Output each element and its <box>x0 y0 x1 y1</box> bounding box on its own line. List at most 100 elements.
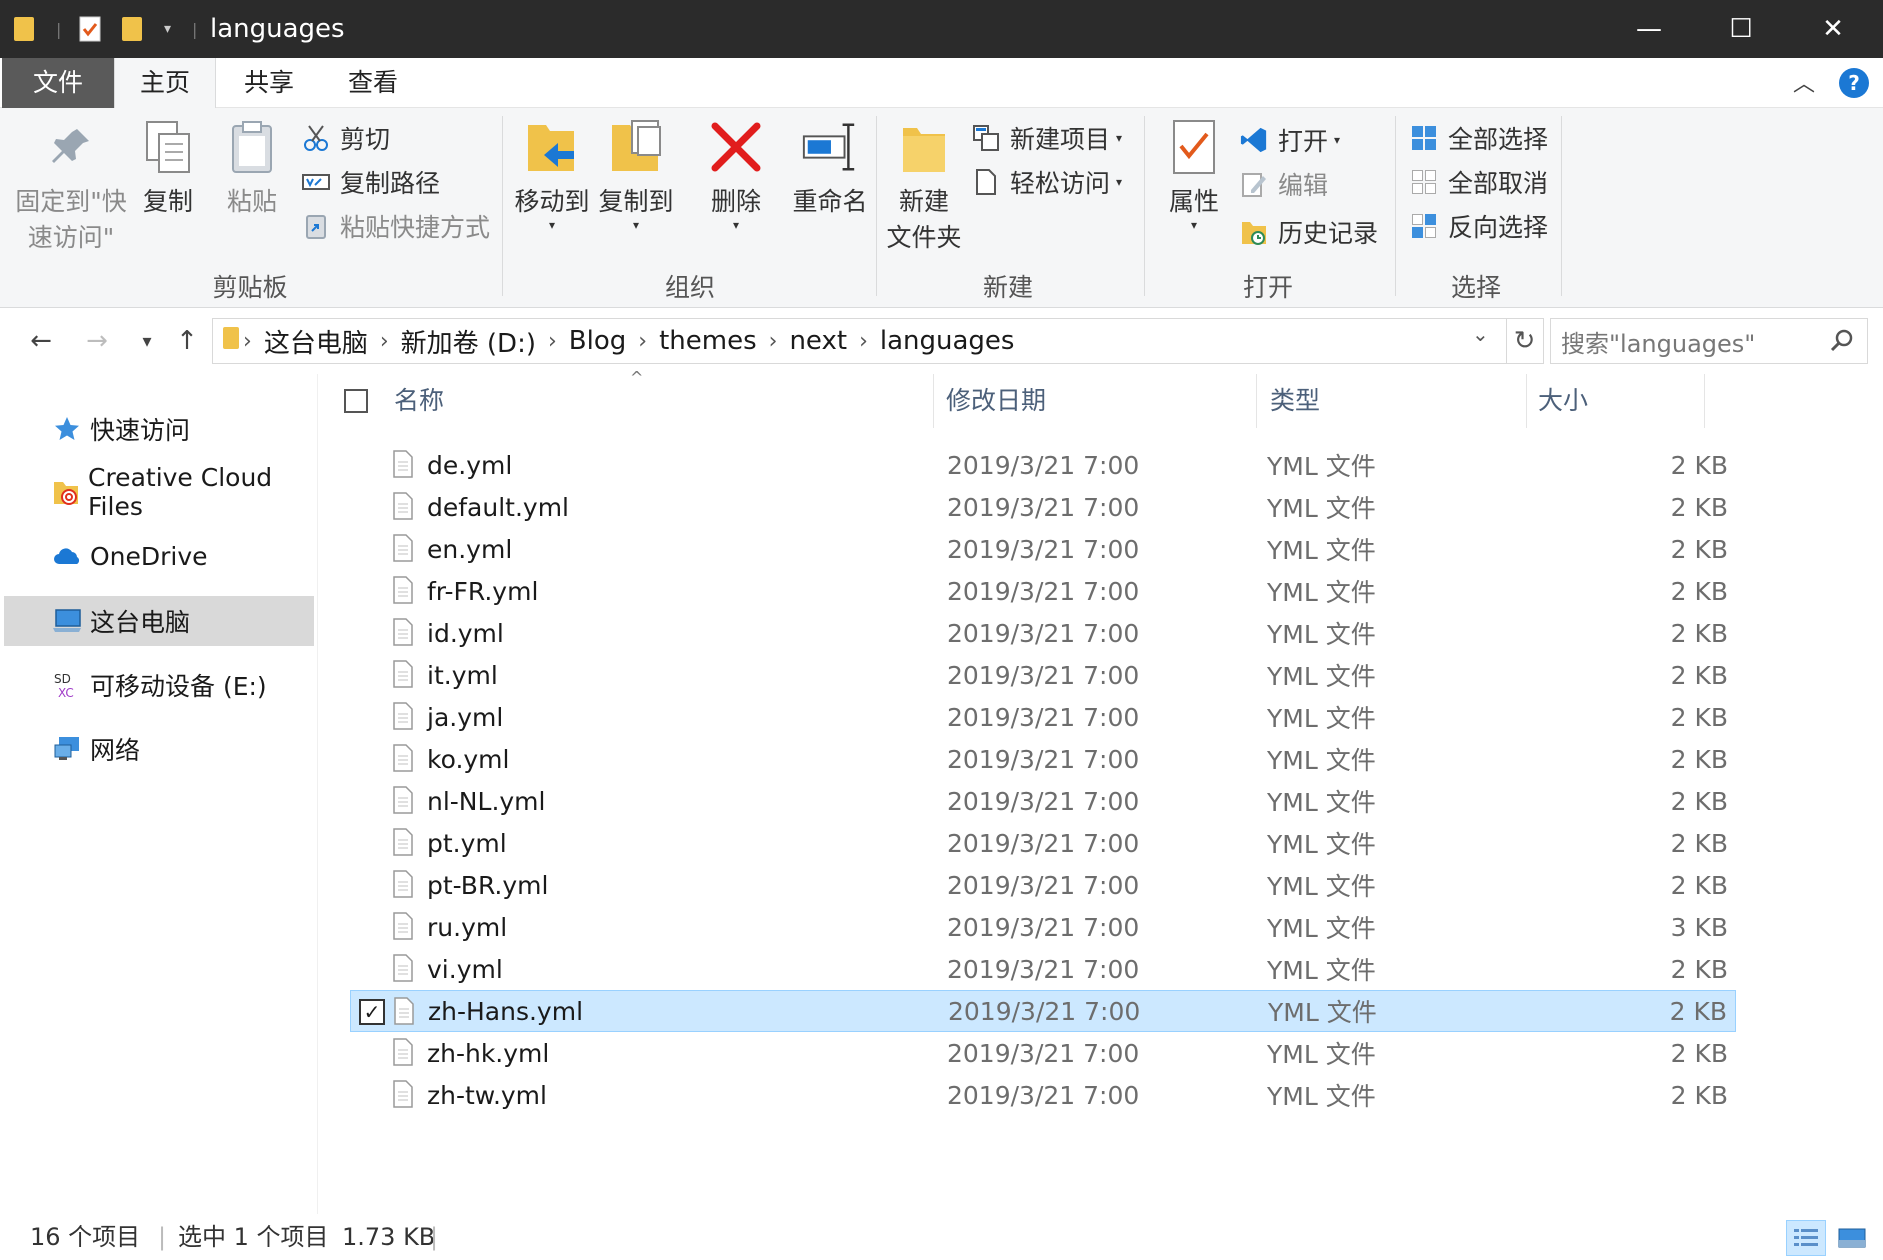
move-to-button[interactable]: 移动到 ▾ <box>514 116 590 232</box>
file-date: 2019/3/21 7:00 <box>947 534 1140 564</box>
select-all-checkbox[interactable] <box>344 389 368 413</box>
pin-quick-access-button[interactable]: 固定到"快 速访问" <box>12 116 130 254</box>
file-row[interactable]: it.yml 2019/3/21 7:00 YML 文件 2 KB <box>350 654 1736 696</box>
breadcrumb-themes[interactable]: themes <box>659 326 757 356</box>
column-header-type[interactable]: 类型 <box>1270 374 1520 428</box>
new-folder-button[interactable]: 新建 文件夹 <box>884 116 964 254</box>
back-arrow-icon[interactable]: ← <box>22 322 60 360</box>
chevron-right-icon[interactable]: › <box>638 329 647 354</box>
history-label: 历史记录 <box>1278 219 1379 248</box>
delete-button[interactable]: 删除 ▾ <box>698 116 774 232</box>
column-header-name[interactable]: 名称 <box>394 374 914 428</box>
file-row[interactable]: fr-FR.yml 2019/3/21 7:00 YML 文件 2 KB <box>350 570 1736 612</box>
chevron-right-icon[interactable]: › <box>243 329 252 354</box>
invert-selection-button[interactable]: 反向选择 <box>1410 206 1548 246</box>
chevron-right-icon[interactable]: › <box>380 329 389 354</box>
history-button[interactable]: 历史记录 <box>1240 212 1378 252</box>
file-row[interactable]: ja.yml 2019/3/21 7:00 YML 文件 2 KB <box>350 696 1736 738</box>
file-row[interactable]: pt-BR.yml 2019/3/21 7:00 YML 文件 2 KB <box>350 864 1736 906</box>
nav-item-creative-cloud[interactable]: Creative Cloud Files <box>4 463 314 521</box>
properties-quick-icon[interactable] <box>78 0 102 58</box>
recent-locations-chevron-icon[interactable]: ▾ <box>128 322 166 360</box>
new-folder-quick-icon[interactable] <box>122 0 142 58</box>
file-size: 2 KB <box>1670 1038 1728 1068</box>
search-input[interactable]: 搜索"languages" <box>1550 318 1868 364</box>
breadcrumb-drive-d[interactable]: 新加卷 (D:) <box>401 323 536 360</box>
address-bar[interactable]: › 这台电脑 › 新加卷 (D:) › Blog › themes › next… <box>212 318 1507 364</box>
file-row[interactable]: zh-hk.yml 2019/3/21 7:00 YML 文件 2 KB <box>350 1032 1736 1074</box>
copy-icon <box>138 116 198 178</box>
file-row[interactable]: vi.yml 2019/3/21 7:00 YML 文件 2 KB <box>350 948 1736 990</box>
yml-file-icon <box>392 912 414 940</box>
file-row[interactable]: en.yml 2019/3/21 7:00 YML 文件 2 KB <box>350 528 1736 570</box>
chevron-right-icon[interactable]: › <box>859 329 868 354</box>
file-row[interactable]: de.yml 2019/3/21 7:00 YML 文件 2 KB <box>350 444 1736 486</box>
collapse-ribbon-icon[interactable]: ︿ <box>1793 66 1815 98</box>
column-divider[interactable] <box>1526 374 1527 428</box>
file-size: 2 KB <box>1670 618 1728 648</box>
large-icons-view-icon[interactable] <box>1832 1220 1872 1256</box>
breadcrumb-this-pc[interactable]: 这台电脑 <box>264 323 368 360</box>
navigation-pane: 快速访问 Creative Cloud Files OneDrive 这台电脑 … <box>0 374 318 1214</box>
file-size: 2 KB <box>1670 870 1728 900</box>
tab-home[interactable]: 主页 <box>114 58 216 109</box>
file-row[interactable]: default.yml 2019/3/21 7:00 YML 文件 2 KB <box>350 486 1736 528</box>
breadcrumb-languages[interactable]: languages <box>880 326 1015 356</box>
copy-button[interactable]: 复制 <box>136 116 200 218</box>
rename-button[interactable]: 重命名 <box>780 116 880 218</box>
minimize-button[interactable]: — <box>1603 0 1695 58</box>
easy-access-button[interactable]: 轻松访问 ▾ <box>972 162 1122 202</box>
file-row[interactable]: ko.yml 2019/3/21 7:00 YML 文件 2 KB <box>350 738 1736 780</box>
chevron-right-icon[interactable]: › <box>769 329 778 354</box>
paste-button[interactable]: 粘贴 <box>220 116 284 218</box>
column-divider[interactable] <box>1704 374 1705 428</box>
file-row[interactable]: ✓ zh-Hans.yml 2019/3/21 7:00 YML 文件 2 KB <box>350 990 1736 1032</box>
chevron-right-icon[interactable]: › <box>548 329 557 354</box>
column-header-size[interactable]: 大小 <box>1538 374 1688 428</box>
open-button[interactable]: 打开 ▾ <box>1240 120 1340 160</box>
help-icon[interactable]: ? <box>1839 68 1869 98</box>
nav-item-quick-access[interactable]: 快速访问 <box>4 404 314 454</box>
tab-file[interactable]: 文件 <box>2 58 114 108</box>
column-header-date[interactable]: 修改日期 <box>946 374 1246 428</box>
search-icon[interactable] <box>1829 328 1855 360</box>
edit-button[interactable]: 编辑 <box>1240 164 1328 204</box>
breadcrumb-next[interactable]: next <box>789 326 847 356</box>
customize-quick-access-icon[interactable]: ▾ <box>164 0 171 58</box>
organize-group-label: 组织 <box>664 273 715 302</box>
row-checkbox[interactable]: ✓ <box>359 999 385 1025</box>
file-row[interactable]: id.yml 2019/3/21 7:00 YML 文件 2 KB <box>350 612 1736 654</box>
invert-selection-icon <box>1410 212 1438 240</box>
nav-item-onedrive[interactable]: OneDrive <box>4 531 314 581</box>
close-button[interactable]: ✕ <box>1787 0 1879 58</box>
file-name: de.yml <box>427 450 513 480</box>
file-row[interactable]: ru.yml 2019/3/21 7:00 YML 文件 3 KB <box>350 906 1736 948</box>
file-row[interactable]: nl-NL.yml 2019/3/21 7:00 YML 文件 2 KB <box>350 780 1736 822</box>
nav-item-network[interactable]: 网络 <box>4 724 314 774</box>
tab-view[interactable]: 查看 <box>322 58 424 108</box>
copy-path-button[interactable]: 复制路径 <box>302 162 440 202</box>
column-divider[interactable] <box>933 374 934 428</box>
select-all-button[interactable]: 全部选择 <box>1410 118 1548 158</box>
address-dropdown-chevron-icon[interactable]: ⌄ <box>1472 322 1489 346</box>
tab-share[interactable]: 共享 <box>218 58 320 108</box>
file-row[interactable]: zh-tw.yml 2019/3/21 7:00 YML 文件 2 KB <box>350 1074 1736 1116</box>
cut-button[interactable]: 剪切 <box>302 118 390 158</box>
delete-x-icon <box>706 116 766 178</box>
breadcrumb-blog[interactable]: Blog <box>569 326 626 356</box>
paste-shortcut-button[interactable]: 粘贴快捷方式 <box>302 206 490 246</box>
copy-to-button[interactable]: 复制到 ▾ <box>598 116 674 232</box>
up-arrow-icon[interactable]: ↑ <box>168 322 206 360</box>
forward-arrow-icon[interactable]: → <box>78 322 116 360</box>
select-none-button[interactable]: 全部取消 <box>1410 162 1548 202</box>
new-item-button[interactable]: 新建项目 ▾ <box>972 118 1122 158</box>
column-divider[interactable] <box>1256 374 1257 428</box>
properties-button[interactable]: 属性 ▾ <box>1156 116 1232 232</box>
details-view-icon[interactable] <box>1786 1220 1826 1256</box>
copy-to-label: 复制到 <box>598 187 674 216</box>
file-row[interactable]: pt.yml 2019/3/21 7:00 YML 文件 2 KB <box>350 822 1736 864</box>
maximize-button[interactable]: ☐ <box>1695 0 1787 58</box>
nav-item-removable-e[interactable]: SD XC 可移动设备 (E:) <box>4 660 314 710</box>
refresh-icon[interactable]: ↻ <box>1506 318 1544 364</box>
nav-item-this-pc[interactable]: 这台电脑 <box>4 596 314 646</box>
